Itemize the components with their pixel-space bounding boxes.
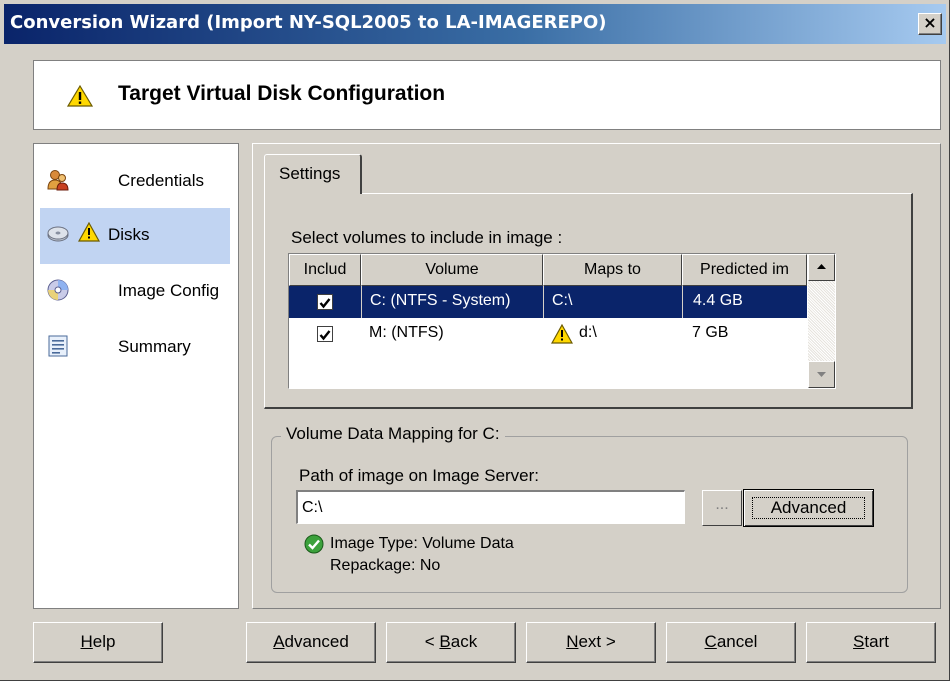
include-checkbox[interactable] xyxy=(317,326,333,342)
scroll-up-button[interactable] xyxy=(808,254,835,281)
table-row[interactable]: C: (NTFS - System) C:\ 4.4 GB xyxy=(289,286,807,318)
volume-cell: M: (NTFS) xyxy=(369,324,444,341)
advanced-button[interactable]: Advanced xyxy=(246,622,376,663)
nav-item-credentials[interactable]: Credentials xyxy=(40,154,230,210)
nav-item-disks[interactable]: Disks xyxy=(40,208,230,264)
advanced-label: Advanced xyxy=(752,497,865,519)
include-checkbox[interactable] xyxy=(317,294,333,310)
predicted-cell: 4.4 GB xyxy=(682,286,807,318)
start-button[interactable]: Start xyxy=(806,622,936,663)
maps-to-cell: d:\ xyxy=(579,324,597,341)
page-title: Target Virtual Disk Configuration xyxy=(118,82,446,105)
disk-icon xyxy=(47,226,69,242)
scroll-down-button[interactable] xyxy=(808,361,835,388)
next-button[interactable]: Next > xyxy=(526,622,656,663)
check-circle-icon xyxy=(304,534,324,554)
nav-label: Disks xyxy=(108,225,150,244)
tab-label: Settings xyxy=(279,164,341,183)
predicted-cell: 7 GB xyxy=(692,324,729,341)
volume-cell: C: (NTFS - System) xyxy=(361,286,543,318)
tab-settings[interactable]: Settings xyxy=(264,154,362,194)
wizard-nav: Credentials Disks Image Config Summary xyxy=(33,143,239,609)
warning-icon xyxy=(551,324,573,344)
arrow-down-icon xyxy=(817,372,826,377)
vertical-scrollbar[interactable] xyxy=(808,254,835,388)
maps-to-cell: C:\ xyxy=(543,286,682,318)
cd-icon xyxy=(47,279,69,301)
nav-item-summary[interactable]: Summary xyxy=(40,320,230,376)
path-label: Path of image on Image Server: xyxy=(299,466,540,485)
volumes-caption: Select volumes to include in image : xyxy=(291,228,563,247)
conversion-wizard-window: Conversion Wizard (Import NY-SQL2005 to … xyxy=(0,0,950,681)
image-type-text: Image Type: Volume Data xyxy=(330,535,514,552)
column-header-predicted[interactable]: Predicted im xyxy=(682,254,807,286)
volumes-list[interactable]: Includ Volume Maps to Predicted im C: (N… xyxy=(288,253,836,389)
nav-label: Summary xyxy=(118,337,191,356)
window-title: Conversion Wizard (Import NY-SQL2005 to … xyxy=(10,12,607,33)
image-path-input[interactable]: C:\ xyxy=(296,490,685,524)
table-row[interactable]: M: (NTFS) d:\ 7 GB xyxy=(289,318,807,350)
warning-icon xyxy=(67,84,93,107)
column-header-maps-to[interactable]: Maps to xyxy=(543,254,682,286)
back-button[interactable]: < Back xyxy=(386,622,516,663)
mapping-advanced-button[interactable]: Advanced xyxy=(743,489,874,527)
nav-label: Image Config xyxy=(118,281,220,300)
column-header-include[interactable]: Includ xyxy=(289,254,361,286)
group-label: Volume Data Mapping for C: xyxy=(281,424,505,444)
cancel-button[interactable]: Cancel xyxy=(666,622,796,663)
arrow-up-icon xyxy=(817,264,826,269)
title-bar[interactable]: Conversion Wizard (Import NY-SQL2005 to … xyxy=(4,4,946,44)
close-button[interactable]: × xyxy=(918,13,942,35)
page-header: Target Virtual Disk Configuration xyxy=(33,60,941,130)
checkmark-icon xyxy=(319,298,331,309)
close-icon: × xyxy=(923,13,937,32)
users-icon xyxy=(47,170,69,191)
checkmark-icon xyxy=(319,330,331,341)
repackage-text: Repackage: No xyxy=(330,557,441,574)
nav-label: Credentials xyxy=(118,171,204,190)
nav-item-image-config[interactable]: Image Config xyxy=(40,264,230,320)
document-icon xyxy=(48,335,68,357)
help-button[interactable]: Help xyxy=(33,622,163,663)
warning-icon xyxy=(78,222,100,242)
column-header-volume[interactable]: Volume xyxy=(361,254,543,286)
browse-button[interactable]: ... xyxy=(702,490,742,526)
